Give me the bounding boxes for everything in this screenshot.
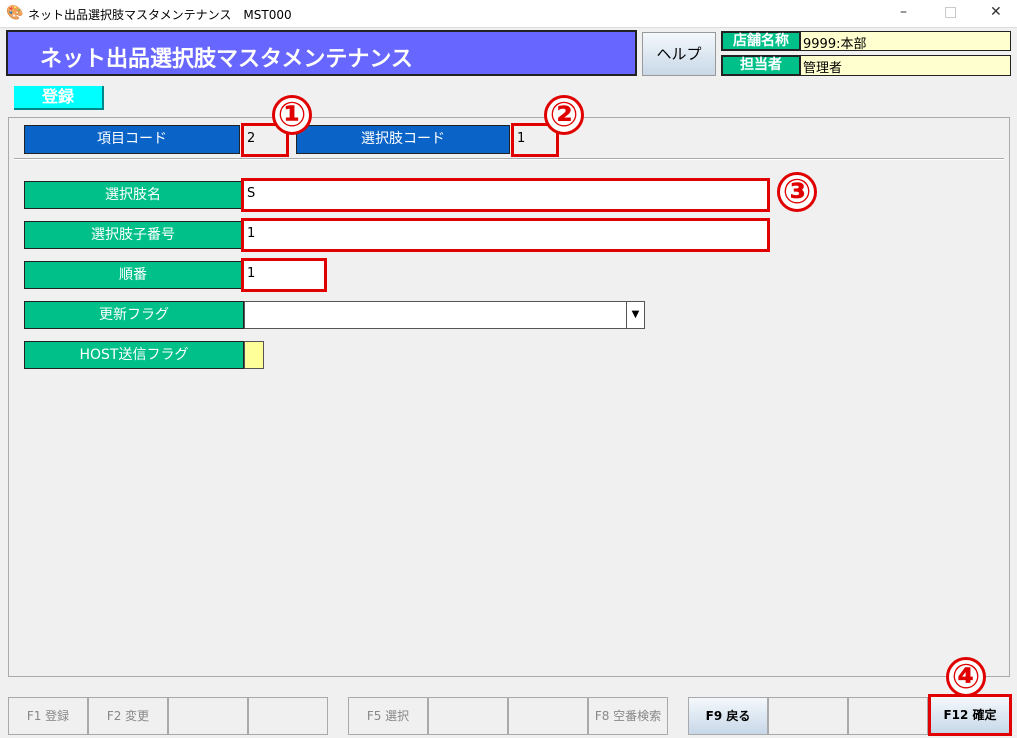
maximize-button[interactable]: □ bbox=[944, 4, 957, 20]
item-code-label: 項目コード bbox=[24, 125, 240, 154]
f5-button[interactable]: F5 選択 bbox=[348, 697, 428, 735]
f9-back-button[interactable]: F9 戻る bbox=[688, 697, 768, 735]
update-flag-select[interactable]: ▼ bbox=[244, 301, 645, 329]
choice-name-label: 選択肢名 bbox=[24, 181, 242, 209]
child-no-input[interactable]: 1 bbox=[241, 218, 770, 252]
order-input[interactable]: 1 bbox=[241, 258, 327, 292]
f6-button[interactable] bbox=[428, 697, 508, 735]
staff-value: 管理者 bbox=[800, 55, 1011, 76]
annotation-2: ② bbox=[544, 95, 584, 135]
store-value: 9999:本部 bbox=[800, 31, 1011, 52]
f1-button[interactable]: F1 登録 bbox=[8, 697, 88, 735]
f7-button[interactable] bbox=[508, 697, 588, 735]
window-title: ネット出品選択肢マスタメンテナンス MST000 bbox=[28, 8, 292, 22]
f3-button[interactable] bbox=[168, 697, 248, 735]
f11-button[interactable] bbox=[848, 697, 928, 735]
annotation-4: ④ bbox=[946, 657, 986, 697]
child-no-label: 選択肢子番号 bbox=[24, 221, 242, 249]
store-label: 店舗名称 bbox=[721, 31, 801, 51]
f8-button[interactable]: F8 空番検索 bbox=[588, 697, 668, 735]
order-label: 順番 bbox=[24, 261, 242, 289]
annotation-1: ① bbox=[272, 95, 312, 135]
close-button[interactable]: ✕ bbox=[990, 4, 1002, 20]
f10-button[interactable] bbox=[768, 697, 848, 735]
f12-confirm-button[interactable]: F12 確定 bbox=[928, 694, 1012, 736]
f2-button[interactable]: F2 変更 bbox=[88, 697, 168, 735]
help-button[interactable]: ヘルプ bbox=[642, 32, 716, 76]
staff-label: 担当者 bbox=[721, 55, 801, 76]
host-flag-label: HOST送信フラグ bbox=[24, 341, 244, 369]
mode-badge: 登録 bbox=[14, 86, 104, 110]
chevron-down-icon[interactable]: ▼ bbox=[626, 302, 644, 328]
minimize-button[interactable]: – bbox=[900, 4, 907, 20]
page-title: ネット出品選択肢マスタメンテナンス bbox=[6, 30, 637, 76]
title-bar: 🎨 ネット出品選択肢マスタメンテナンス MST000 – □ ✕ bbox=[0, 0, 1017, 28]
divider bbox=[14, 158, 1004, 160]
host-flag-checkbox[interactable] bbox=[244, 341, 264, 369]
app-icon: 🎨 bbox=[6, 5, 24, 21]
choice-name-input[interactable]: S bbox=[241, 178, 770, 212]
annotation-3: ③ bbox=[777, 172, 817, 212]
choice-code-label: 選択肢コード bbox=[296, 125, 510, 154]
update-flag-label: 更新フラグ bbox=[24, 301, 244, 329]
f4-button[interactable] bbox=[248, 697, 328, 735]
